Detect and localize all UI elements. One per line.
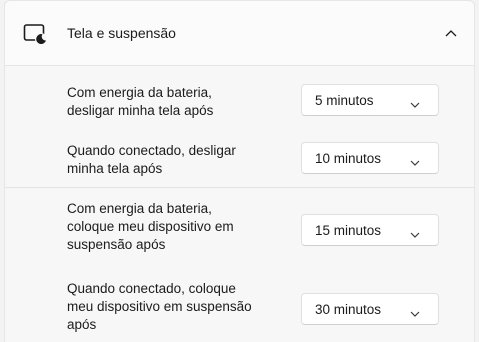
dropdown-value: 30 minutos (315, 302, 382, 317)
plugged-screen-off-dropdown[interactable]: 10 minutos (301, 142, 439, 174)
setting-label: Quando conectado, desligar minha tela ap… (67, 143, 236, 176)
setting-label: Com energia da bateria, desligar minha t… (67, 85, 214, 118)
dropdown-value: 15 minutos (315, 223, 382, 238)
setting-label: Quando conectado, coloque meu dispositiv… (67, 281, 252, 332)
battery-sleep-dropdown[interactable]: 15 minutos (301, 214, 439, 246)
chevron-down-icon (410, 96, 420, 108)
settings-page: Tela e suspensão Com energia da bateria,… (0, 0, 479, 342)
section-header-screen-and-sleep[interactable]: Tela e suspensão (4, 0, 475, 66)
dropdown-value: 10 minutos (315, 151, 382, 166)
plugged-sleep-dropdown[interactable]: 30 minutos (301, 293, 439, 325)
divider (5, 187, 474, 188)
chevron-down-icon (410, 154, 420, 166)
section-title: Tela e suspensão (67, 25, 176, 41)
chevron-up-icon (445, 24, 457, 42)
battery-screen-off-dropdown[interactable]: 5 minutos (301, 84, 439, 116)
chevron-down-icon (410, 305, 420, 317)
collapse-button[interactable] (438, 19, 464, 47)
setting-label: Com energia da bateria, coloque meu disp… (67, 201, 234, 252)
settings-rows: Com energia da bateria, desligar minha t… (4, 66, 475, 342)
chevron-down-icon (410, 226, 420, 238)
dropdown-value: 5 minutos (315, 93, 374, 108)
display-sleep-icon (23, 23, 49, 45)
